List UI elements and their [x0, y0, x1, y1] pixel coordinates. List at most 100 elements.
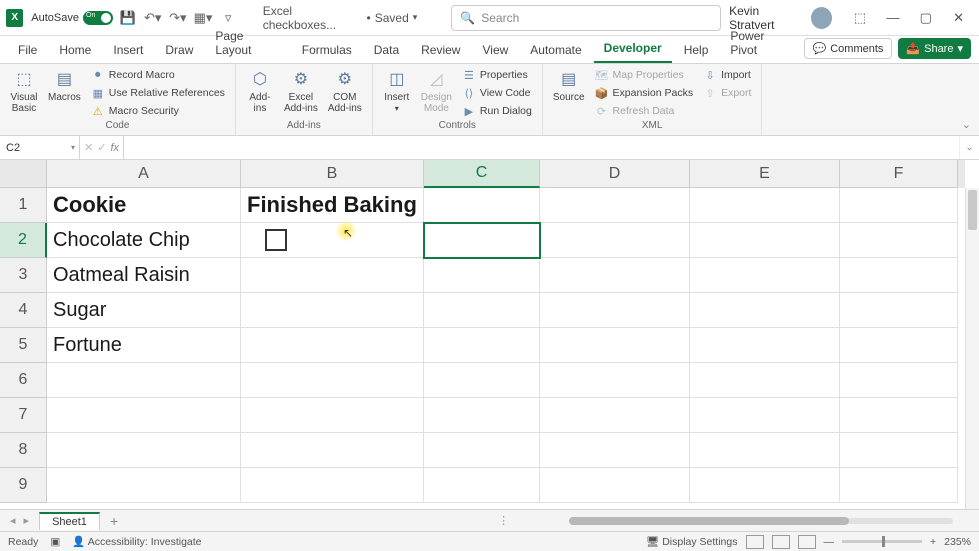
redo-icon[interactable]: ↷▾ [167, 7, 188, 29]
col-header-C[interactable]: C [424, 160, 540, 188]
cell-C4[interactable] [424, 293, 540, 328]
zoom-slider[interactable] [842, 540, 922, 543]
macros-button[interactable]: ▤Macros [44, 66, 85, 103]
map-properties-button[interactable]: 🗺Map Properties [591, 66, 698, 84]
cell-A8[interactable] [47, 433, 241, 468]
enter-formula-icon[interactable]: ✓ [97, 141, 106, 154]
formula-input[interactable] [124, 136, 959, 159]
tab-developer[interactable]: Developer [594, 37, 672, 63]
design-mode-button[interactable]: ◿Design Mode [417, 66, 456, 114]
row-header-1[interactable]: 1 [0, 188, 47, 223]
row-header-3[interactable]: 3 [0, 258, 47, 293]
tab-formulas[interactable]: Formulas [292, 39, 362, 63]
cell-E6[interactable] [690, 363, 840, 398]
excel-addins-button[interactable]: ⚙Excel Add-ins [280, 66, 322, 114]
cell-B4[interactable] [241, 293, 424, 328]
source-button[interactable]: ▤Source [549, 66, 589, 103]
cell-F4[interactable] [840, 293, 958, 328]
page-break-view-icon[interactable] [798, 535, 816, 549]
col-header-B[interactable]: B [241, 160, 424, 188]
zoom-out-icon[interactable]: ― [824, 536, 835, 548]
toggle-on-icon[interactable] [83, 11, 113, 25]
cell-C7[interactable] [424, 398, 540, 433]
cancel-formula-icon[interactable]: ✕ [84, 141, 93, 154]
cell-D8[interactable] [540, 433, 690, 468]
cell-F1[interactable] [840, 188, 958, 223]
undo-icon[interactable]: ↶▾ [142, 7, 163, 29]
hsplit-icon[interactable]: ⋮ [498, 514, 509, 527]
cell-E8[interactable] [690, 433, 840, 468]
comments-button[interactable]: 💬 Comments [804, 38, 893, 59]
visual-basic-button[interactable]: ⬚Visual Basic [6, 66, 42, 114]
cell-C3[interactable] [424, 258, 540, 293]
cell-E7[interactable] [690, 398, 840, 433]
insert-controls-button[interactable]: ◫Insert▾ [379, 66, 415, 114]
import-button[interactable]: ⇩Import [699, 66, 755, 84]
minimize-icon[interactable]: ― [878, 3, 907, 33]
cell-A4[interactable]: Sugar [47, 293, 241, 328]
view-code-button[interactable]: ⟨⟩View Code [458, 84, 536, 102]
expansion-packs-button[interactable]: 📦Expansion Packs [591, 84, 698, 102]
cell-C8[interactable] [424, 433, 540, 468]
tab-help[interactable]: Help [674, 39, 719, 63]
name-box[interactable]: C2 [0, 136, 80, 159]
checkbox-control[interactable] [265, 229, 287, 251]
row-header-2[interactable]: 2 [0, 223, 47, 258]
cell-F2[interactable] [840, 223, 958, 258]
cell-B2[interactable] [241, 223, 424, 258]
col-header-E[interactable]: E [690, 160, 840, 188]
cell-D5[interactable] [540, 328, 690, 363]
row-header-7[interactable]: 7 [0, 398, 47, 433]
col-header-F[interactable]: F [840, 160, 958, 188]
com-addins-button[interactable]: ⚙COM Add-ins [324, 66, 366, 114]
use-relative-refs-button[interactable]: ▦Use Relative References [87, 84, 229, 102]
cell-A5[interactable]: Fortune [47, 328, 241, 363]
tab-power-pivot[interactable]: Power Pivot [720, 25, 801, 63]
cell-D7[interactable] [540, 398, 690, 433]
sheet-nav-prev-icon[interactable]: ◂ [6, 514, 20, 527]
cell-E9[interactable] [690, 468, 840, 503]
select-all-corner[interactable] [0, 160, 47, 188]
tab-file[interactable]: File [8, 39, 47, 63]
accessibility-button[interactable]: 👤 Accessibility: Investigate [72, 535, 201, 548]
search-input[interactable]: 🔍 Search [451, 5, 721, 31]
row-header-5[interactable]: 5 [0, 328, 47, 363]
cell-A9[interactable] [47, 468, 241, 503]
row-header-9[interactable]: 9 [0, 468, 47, 503]
cell-F6[interactable] [840, 363, 958, 398]
properties-button[interactable]: ☰Properties [458, 66, 536, 84]
row-header-4[interactable]: 4 [0, 293, 47, 328]
vertical-scrollbar[interactable] [965, 188, 979, 509]
ribbon-display-icon[interactable]: ⬚ [846, 3, 875, 33]
share-button[interactable]: 📤 Share ▾ [898, 38, 971, 59]
cell-D2[interactable] [540, 223, 690, 258]
tab-draw[interactable]: Draw [155, 39, 203, 63]
cell-F7[interactable] [840, 398, 958, 433]
cell-D9[interactable] [540, 468, 690, 503]
col-header-A[interactable]: A [47, 160, 241, 188]
cell-C9[interactable] [424, 468, 540, 503]
tab-home[interactable]: Home [49, 39, 101, 63]
close-icon[interactable]: ✕ [944, 3, 973, 33]
sheet-tab-1[interactable]: Sheet1 [39, 512, 100, 530]
cell-F5[interactable] [840, 328, 958, 363]
cell-B7[interactable] [241, 398, 424, 433]
cell-F3[interactable] [840, 258, 958, 293]
cell-E3[interactable] [690, 258, 840, 293]
cell-A2[interactable]: Chocolate Chip [47, 223, 241, 258]
record-macro-button[interactable]: ⏺Record Macro [87, 66, 229, 84]
tab-review[interactable]: Review [411, 39, 470, 63]
cell-A1[interactable]: Cookie [47, 188, 241, 223]
cells-area[interactable]: ↖ CookieFinished BakingChocolate ChipOat… [47, 188, 965, 509]
cell-D3[interactable] [540, 258, 690, 293]
cell-F9[interactable] [840, 468, 958, 503]
cell-B1[interactable]: Finished Baking [241, 188, 424, 223]
refresh-data-button[interactable]: ⟳Refresh Data [591, 102, 698, 120]
page-layout-view-icon[interactable] [772, 535, 790, 549]
collapse-ribbon-icon[interactable]: ⌄ [962, 118, 971, 131]
add-sheet-button[interactable]: + [110, 513, 118, 529]
expand-formula-bar-icon[interactable]: ⌄ [959, 136, 979, 159]
zoom-in-icon[interactable]: + [930, 536, 936, 548]
save-icon[interactable]: 💾 [117, 7, 138, 29]
cell-B3[interactable] [241, 258, 424, 293]
